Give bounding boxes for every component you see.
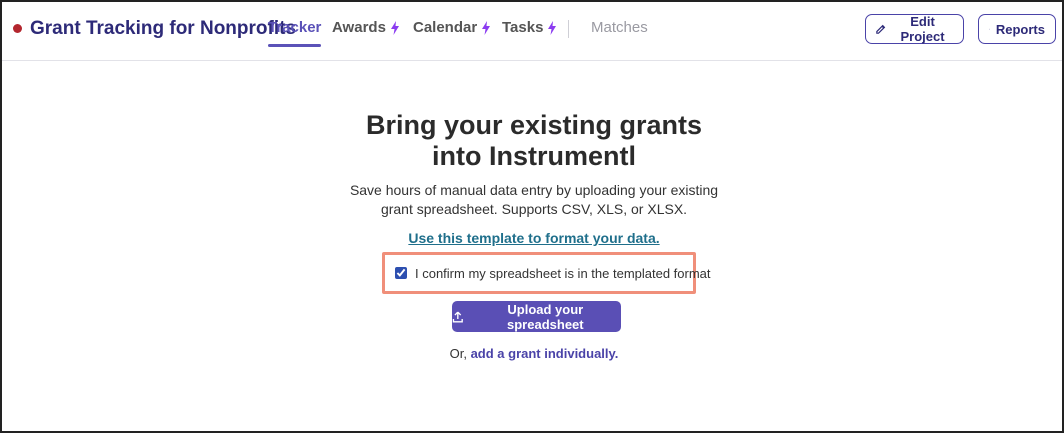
tab-label: Matches	[591, 19, 648, 36]
edit-project-label: Edit Project	[900, 14, 945, 44]
tab-label: Tracker	[268, 19, 322, 36]
headline-line: Bring your existing grants	[365, 110, 703, 140]
description-line: grant spreadsheet. Supports CSV, XLS, or…	[380, 201, 688, 217]
tab-tracker[interactable]: Tracker	[268, 19, 322, 47]
confirm-format-checkbox[interactable]	[395, 267, 407, 279]
bar-chart-icon	[989, 28, 990, 30]
tab-matches[interactable]: Matches	[591, 19, 648, 36]
page-headline: Bring your existing grants into Instrume…	[2, 110, 1064, 172]
tab-label: Tasks	[502, 19, 544, 36]
edit-project-button[interactable]: Edit Project	[865, 14, 964, 44]
project-title[interactable]: Grant Tracking for Nonprofits	[30, 18, 296, 40]
lightning-bolt-icon	[548, 20, 557, 35]
confirm-highlight-box: I confirm my spreadsheet is in the templ…	[382, 252, 711, 294]
tab-label: Calendar	[413, 19, 478, 36]
reports-label: Reports	[995, 21, 1045, 37]
upload-icon	[452, 311, 463, 323]
tab-calendar[interactable]: Calendar	[413, 19, 491, 36]
tab-awards[interactable]: Awards	[332, 19, 400, 36]
brand-dot-icon	[13, 24, 22, 33]
template-link[interactable]: Use this template to format your data.	[408, 230, 659, 246]
or-prefix: Or,	[449, 346, 467, 361]
app-window: Grant Tracking for Nonprofits Tracker Aw…	[0, 0, 1064, 433]
add-grant-individually-link[interactable]: add a grant individually.	[471, 346, 619, 361]
tab-tasks[interactable]: Tasks	[502, 19, 557, 36]
upload-label: Upload your spreadsheet	[507, 301, 584, 332]
import-description: Save hours of manual data entry by uploa…	[2, 181, 1064, 219]
template-link-row: Use this template to format your data.	[2, 230, 1064, 246]
pencil-icon	[876, 24, 886, 34]
lightning-bolt-icon	[390, 20, 399, 35]
top-nav-bar: Grant Tracking for Nonprofits Tracker Aw…	[2, 2, 1062, 61]
confirm-format-label[interactable]: I confirm my spreadsheet is in the templ…	[415, 266, 711, 281]
description-line: Save hours of manual data entry by uploa…	[349, 182, 719, 198]
nav-divider	[568, 20, 569, 38]
reports-button[interactable]: Reports	[978, 14, 1056, 44]
lightning-bolt-icon	[482, 20, 491, 35]
add-individually-row: Or, add a grant individually.	[2, 346, 1064, 361]
headline-line: into Instrumentl	[432, 141, 636, 171]
tab-label: Awards	[332, 19, 386, 36]
upload-spreadsheet-button[interactable]: Upload your spreadsheet	[452, 301, 621, 332]
